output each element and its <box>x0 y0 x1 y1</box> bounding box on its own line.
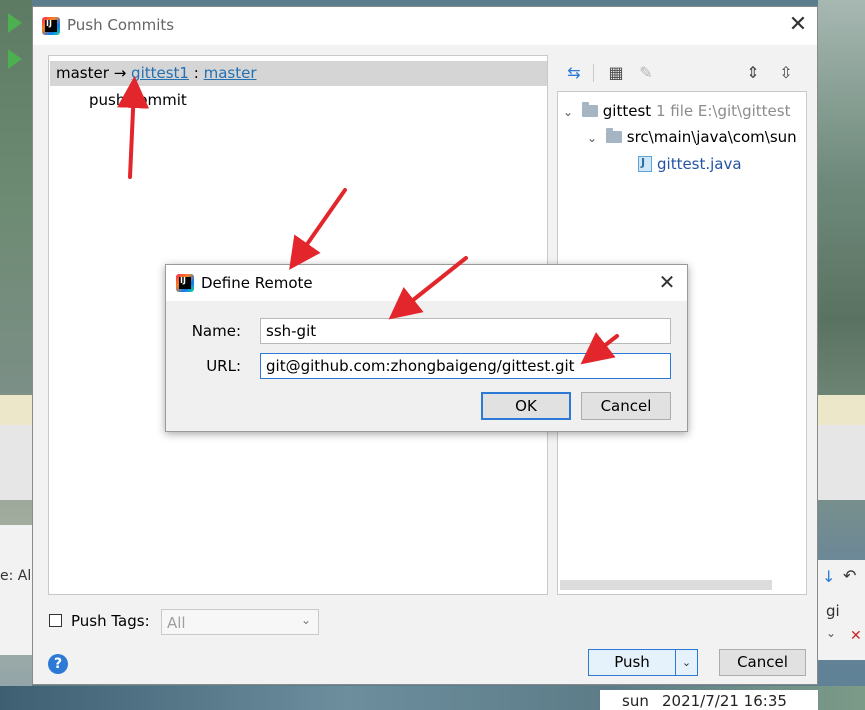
tree-root-meta: 1 file E:\git\gittest <box>655 102 791 120</box>
module-folder-icon <box>581 102 598 117</box>
intellij-app-icon: IJ <box>176 274 194 292</box>
chevron-down-icon[interactable]: ⌄ <box>563 105 577 119</box>
tags-select-value: All <box>167 614 186 632</box>
group-by-icon[interactable]: ▦ <box>606 63 626 83</box>
collapse-all-icon[interactable]: ⇳ <box>776 63 796 83</box>
run-icon[interactable] <box>8 49 22 69</box>
tree-folder-label: src\main\java\com\sun <box>626 128 797 146</box>
dialog-title-bar: IJ Push Commits ✕ <box>33 7 817 45</box>
background-text-fragment: e: Al <box>0 568 32 584</box>
define-remote-dialog: IJ Define Remote ✕ Name: ssh-git URL: gi… <box>165 264 688 432</box>
close-icon[interactable]: ✕ <box>654 269 680 295</box>
tree-root-row[interactable]: ⌄ gittest 1 file E:\git\gittest <box>563 102 790 120</box>
tree-file-label: gittest.java <box>657 155 742 173</box>
branch-mapping: master → gittest1 : master <box>56 64 257 82</box>
chevron-down-icon: ⌄ <box>300 613 311 627</box>
push-button-label[interactable]: Push <box>589 650 675 675</box>
tree-folder-row[interactable]: ⌄ src\main\java\com\sun <box>587 128 797 146</box>
ok-button[interactable]: OK <box>481 392 571 420</box>
run-icon[interactable] <box>8 13 22 33</box>
remote-branch-link[interactable]: master <box>204 64 257 82</box>
ide-panel-strip-right <box>818 425 865 500</box>
dialog-title: Push Commits <box>67 16 175 34</box>
remote-link[interactable]: gittest1 <box>131 64 189 82</box>
intellij-app-icon: IJ <box>42 17 60 35</box>
define-remote-title: Define Remote <box>201 274 313 292</box>
chevron-down-icon: ⌄ <box>826 626 837 640</box>
cancel-button[interactable]: Cancel <box>719 649 806 676</box>
tags-select[interactable]: All ⌄ <box>161 609 319 635</box>
local-branch: master <box>56 64 109 82</box>
arrow-right-icon: → <box>113 64 127 82</box>
expand-all-icon[interactable]: ⇕ <box>743 63 763 83</box>
name-label: Name: <box>191 322 241 340</box>
ide-panel-strip-left <box>0 425 32 500</box>
changes-toolbar: ⇆ ▦ ✎ ⇕ ⇳ <box>558 59 808 87</box>
close-icon: ✕ <box>850 628 862 644</box>
chevron-down-icon[interactable]: ⌄ <box>587 131 601 145</box>
toolbar-separator <box>593 64 594 82</box>
tree-file-row[interactable]: gittest.java <box>638 155 742 173</box>
background-tree-fragment: gi <box>826 602 840 620</box>
java-file-icon <box>638 156 652 172</box>
push-tags-checkbox[interactable] <box>49 614 62 627</box>
status-user: sun <box>622 692 649 710</box>
folder-icon <box>605 128 622 143</box>
push-tags-label: Push Tags: <box>71 612 150 630</box>
ide-status-bar: sun 2021/7/21 16:35 <box>600 690 818 710</box>
remote-url-input[interactable]: git@github.com:zhongbaigeng/gittest.git <box>260 353 671 379</box>
horizontal-scrollbar[interactable] <box>560 580 772 590</box>
edit-icon[interactable]: ✎ <box>636 63 656 83</box>
push-button[interactable]: Push ⌄ <box>588 649 698 676</box>
define-remote-cancel-button[interactable]: Cancel <box>581 392 671 420</box>
commit-item[interactable]: push commit <box>89 91 187 109</box>
push-options-chevron-icon[interactable]: ⌄ <box>676 650 697 675</box>
tree-root-label: gittest <box>602 102 652 120</box>
show-diff-icon[interactable]: ⇆ <box>564 63 584 83</box>
define-remote-title-bar: IJ Define Remote ✕ <box>166 265 687 301</box>
ide-panel-left <box>0 525 32 655</box>
status-datetime: 2021/7/21 16:35 <box>662 692 787 710</box>
close-icon[interactable]: ✕ <box>785 13 811 39</box>
help-icon[interactable]: ? <box>48 654 68 674</box>
undo-icon: ↶ <box>843 566 857 585</box>
background-toolbar-icon: ↓ <box>822 567 836 586</box>
remote-name-input[interactable]: ssh-git <box>260 318 671 344</box>
url-label: URL: <box>206 357 241 375</box>
branch-separator: : <box>193 64 199 82</box>
